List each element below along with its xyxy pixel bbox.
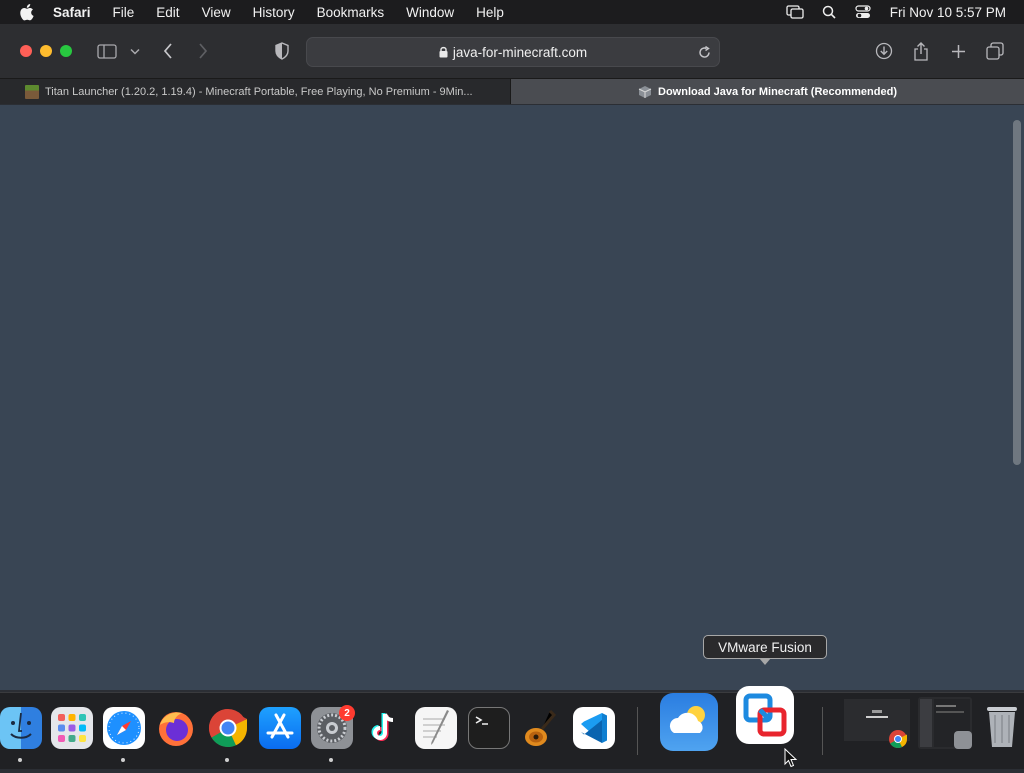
tab-download-java[interactable]: Download Java for Minecraft (Recommended… [511, 79, 1024, 104]
settings-badge-icon [954, 731, 972, 749]
dock-app-store-icon[interactable] [259, 707, 301, 749]
mouse-cursor-icon [784, 747, 798, 773]
scrollbar-thumb[interactable] [1013, 120, 1021, 465]
menu-history[interactable]: History [253, 5, 295, 20]
dock-vscode-icon[interactable] [573, 707, 615, 749]
address-bar-url: java-for-minecraft.com [452, 44, 588, 60]
menu-help[interactable]: Help [476, 5, 504, 20]
dock-tooltip-tail [759, 658, 771, 665]
dock-minimized-chrome-window[interactable] [844, 699, 910, 748]
downloads-icon[interactable] [873, 40, 895, 62]
running-indicator [329, 758, 333, 762]
running-indicator [18, 758, 22, 762]
dock: 2 [0, 686, 1024, 769]
dock-finder-icon[interactable] [0, 707, 42, 749]
menu-edit[interactable]: Edit [156, 5, 179, 20]
reload-icon[interactable] [695, 43, 713, 61]
dock-tiktok-icon[interactable] [362, 707, 404, 749]
dock-firefox-icon[interactable] [155, 707, 197, 749]
tab-bar: Titan Launcher (1.20.2, 1.19.4) - Minecr… [0, 79, 1024, 104]
privacy-shield-icon[interactable] [271, 40, 293, 62]
tab-title: Titan Launcher (1.20.2, 1.19.4) - Minecr… [45, 85, 473, 98]
dock-minimized-settings-window[interactable] [918, 697, 972, 749]
address-bar[interactable]: java-for-minecraft.com [306, 37, 720, 67]
running-indicator [225, 758, 229, 762]
chrome-badge-icon [888, 729, 908, 749]
notification-badge: 2 [339, 705, 355, 721]
menubar-clock[interactable]: Fri Nov 10 5:57 PM [890, 5, 1006, 20]
dock-safari-icon[interactable] [103, 707, 145, 749]
dock-tooltip: VMware Fusion [703, 635, 827, 659]
app-menu-safari[interactable]: Safari [53, 5, 91, 20]
menu-view[interactable]: View [202, 5, 231, 20]
dock-vmware-fusion-icon[interactable] [736, 686, 794, 744]
apple-menu-icon[interactable] [18, 3, 36, 21]
safari-toolbar: java-for-minecraft.com [0, 24, 1024, 79]
dock-garageband-icon[interactable] [520, 707, 562, 749]
tab-title: Download Java for Minecraft (Recommended… [658, 85, 897, 98]
control-center-icon[interactable] [854, 3, 872, 21]
tab-group-chevron-down-icon[interactable] [125, 40, 145, 62]
menu-bookmarks[interactable]: Bookmarks [317, 5, 385, 20]
spotlight-search-icon[interactable] [820, 3, 838, 21]
menu-file[interactable]: File [113, 5, 135, 20]
menu-window[interactable]: Window [406, 5, 454, 20]
tab-overview-icon[interactable] [984, 40, 1006, 62]
dock-textedit-icon[interactable] [415, 707, 457, 749]
new-tab-plus-icon[interactable] [947, 40, 969, 62]
web-content-area[interactable] [0, 105, 1010, 690]
package-favicon-icon [638, 85, 652, 99]
close-window-button[interactable] [20, 45, 32, 57]
lock-icon [439, 46, 448, 58]
sidebar-toggle-icon[interactable] [96, 40, 118, 62]
forward-arrow-icon[interactable] [192, 40, 214, 62]
vertical-scrollbar[interactable] [1010, 105, 1024, 690]
dock-separator [822, 707, 823, 755]
dock-separator [637, 707, 638, 755]
back-arrow-icon[interactable] [157, 40, 179, 62]
screen-mirroring-icon[interactable] [786, 3, 804, 21]
zoom-window-button[interactable] [60, 45, 72, 57]
dock-weather-icon[interactable] [660, 693, 718, 751]
dock-launchpad-icon[interactable] [51, 707, 93, 749]
share-icon[interactable] [910, 40, 932, 62]
minimize-window-button[interactable] [40, 45, 52, 57]
dock-trash-icon[interactable] [984, 703, 1020, 749]
dock-terminal-icon[interactable] [468, 707, 510, 749]
dock-system-settings-icon[interactable]: 2 [311, 705, 355, 749]
dock-chrome-icon[interactable] [207, 707, 249, 749]
tab-titan-launcher[interactable]: Titan Launcher (1.20.2, 1.19.4) - Minecr… [0, 79, 511, 104]
running-indicator [121, 758, 125, 762]
minecraft-favicon-icon [25, 84, 39, 99]
menu-bar: Safari File Edit View History Bookmarks … [0, 0, 1024, 24]
